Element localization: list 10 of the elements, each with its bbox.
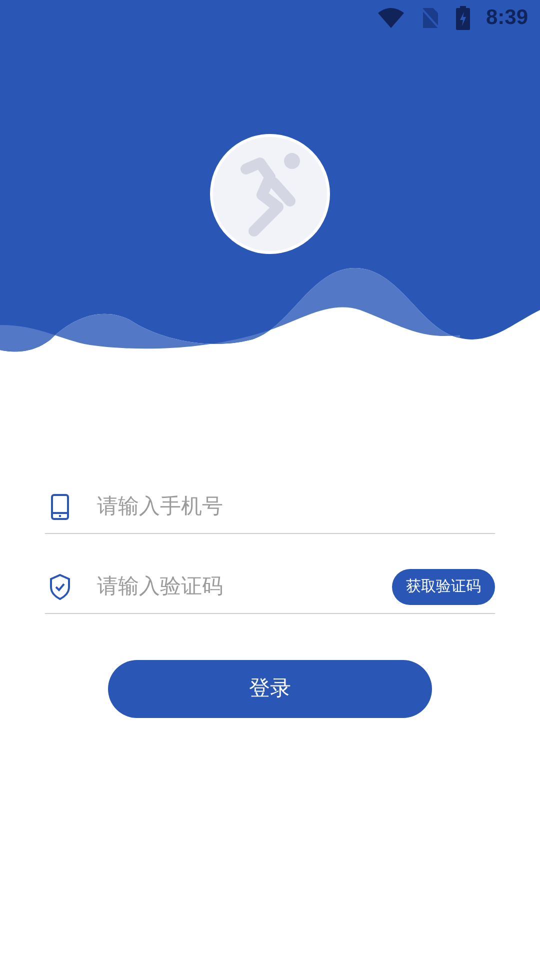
get-code-button[interactable]: 获取验证码 (392, 568, 495, 604)
code-input[interactable]: 请输入验证码 (97, 570, 392, 602)
phone-icon (51, 494, 69, 520)
status-time: 8:39 (486, 5, 528, 32)
wifi-icon (378, 8, 404, 28)
battery-icon (456, 6, 470, 30)
shield-icon (49, 574, 71, 600)
phone-input[interactable]: 请输入手机号 (97, 490, 495, 522)
login-button[interactable]: 登录 (108, 660, 432, 718)
runner-icon (238, 151, 302, 237)
